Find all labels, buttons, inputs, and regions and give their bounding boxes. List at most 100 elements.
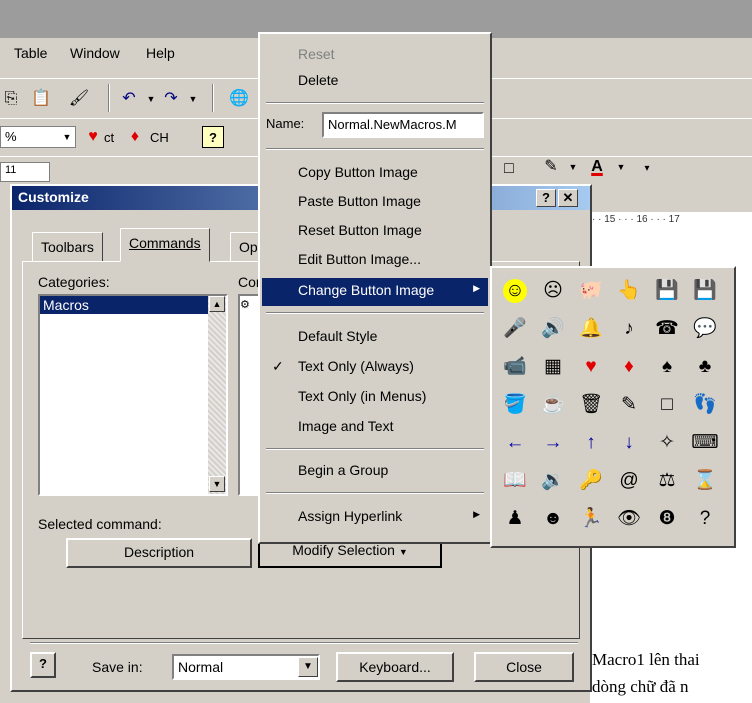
book-icon[interactable]: 📖 (500, 466, 530, 496)
help-balloon-icon[interactable]: ? (202, 126, 224, 148)
undo-dropdown-icon[interactable]: ▼ (140, 88, 162, 110)
hourglass-icon[interactable]: ⌛ (690, 466, 720, 496)
tab-commands[interactable]: Commands (120, 228, 210, 262)
heart-icon[interactable]: ♥ (82, 126, 104, 148)
help-icon[interactable]: ? (30, 652, 56, 678)
spade-icon[interactable]: ♠ (652, 352, 682, 382)
scales-icon[interactable]: ⚖ (652, 466, 682, 496)
save-in-select[interactable]: Normal ▼ (172, 654, 320, 680)
toolbar-separator (108, 84, 110, 112)
bell-icon[interactable]: 🔔 (576, 314, 606, 344)
categories-scrollbar[interactable]: ▲ ▼ (208, 296, 226, 494)
format-painter-icon[interactable]: 🖌 (68, 88, 90, 110)
help-title-button[interactable]: ? (536, 189, 556, 207)
zoom-dropdown-icon[interactable]: ▼ (56, 126, 78, 148)
heart-icon[interactable]: ♥ (576, 352, 606, 382)
floppy-disk-icon[interactable]: 💾 (652, 276, 682, 306)
fingerprint-icon[interactable]: @ (614, 466, 644, 496)
menu-item-reset-button-image[interactable]: Reset Button Image (262, 218, 488, 246)
sad-face-icon[interactable]: ☹ (538, 276, 568, 306)
keyboard-button[interactable]: Keyboard... (336, 652, 454, 682)
trash-can-icon[interactable]: 🗑 (576, 390, 606, 420)
blank-square-icon[interactable]: □ (652, 390, 682, 420)
video-camera-icon[interactable]: 📹 (500, 352, 530, 382)
close-button[interactable]: Close (474, 652, 574, 682)
list-item-macros[interactable]: Macros (40, 296, 208, 314)
floppy-disk-alt-icon[interactable]: 💾 (690, 276, 720, 306)
menu-item-change-button-image[interactable]: Change Button Image ▶ (262, 278, 488, 306)
paint-bucket-icon[interactable]: 🪣 (500, 390, 530, 420)
scroll-down-icon[interactable]: ▼ (209, 476, 225, 492)
style-ct-label[interactable]: ct (104, 130, 114, 145)
eye-icon[interactable]: 👁 (614, 504, 644, 534)
menu-item-default-style[interactable]: Default Style (262, 324, 488, 352)
footprints-icon[interactable]: 👣 (690, 390, 720, 420)
menu-item-edit-button-image[interactable]: Edit Button Image... (262, 247, 488, 275)
style-ch-label[interactable]: CH (150, 130, 169, 145)
head-profile-icon[interactable]: ☻ (538, 504, 568, 534)
menu-item-delete[interactable]: Delete (262, 68, 488, 96)
toolbar-options-icon[interactable]: ▾ (636, 158, 658, 180)
telephone-icon[interactable]: ☎ (652, 314, 682, 344)
menu-item-text-only-menus[interactable]: Text Only (in Menus) (262, 384, 488, 412)
menu-item-paste-button-image[interactable]: Paste Button Image (262, 189, 488, 217)
arrow-right-icon[interactable]: → (538, 428, 568, 458)
pencil-icon[interactable]: ✎ (614, 390, 644, 420)
menu-item-begin-group[interactable]: Begin a Group (262, 458, 488, 486)
description-button[interactable]: Description (66, 538, 252, 568)
copy-icon[interactable]: ⎘ (0, 88, 22, 110)
menu-table[interactable]: Table (14, 45, 47, 61)
speaker-icon[interactable]: 🔊 (538, 314, 568, 344)
menu-help[interactable]: Help (146, 45, 175, 61)
club-icon[interactable]: ♣ (690, 352, 720, 382)
calculator-icon[interactable]: ▦ (538, 352, 568, 382)
paste-icon[interactable]: 📋 (30, 88, 52, 110)
scroll-up-icon[interactable]: ▲ (209, 296, 225, 312)
menu-separator (266, 312, 484, 314)
key-icon[interactable]: 🔑 (576, 466, 606, 496)
arrow-left-icon[interactable]: ← (500, 428, 530, 458)
microphone-icon[interactable]: 🎤 (500, 314, 530, 344)
music-note-icon[interactable]: ♪ (614, 314, 644, 344)
diamond-icon[interactable]: ♦ (124, 126, 146, 148)
tab-toolbars[interactable]: Toolbars (32, 232, 103, 262)
name-input[interactable]: Normal.NewMacros.M (322, 112, 484, 138)
menu-item-reset[interactable]: Reset (262, 42, 488, 70)
menu-window[interactable]: Window (70, 45, 120, 61)
web-globe-icon[interactable]: 🌐 (228, 88, 250, 110)
arrow-up-icon[interactable]: ↑ (576, 428, 606, 458)
redo-icon[interactable]: ↷ (160, 88, 182, 110)
menu-item-assign-hyperlink[interactable]: Assign Hyperlink ▶ (262, 504, 488, 532)
highlight-dropdown-icon[interactable]: ▼ (562, 156, 584, 178)
runner-icon[interactable]: 🏃 (576, 504, 606, 534)
arrow-down-icon[interactable]: ↓ (614, 428, 644, 458)
undo-icon[interactable]: ↶ (118, 88, 140, 110)
person-icon[interactable]: ♟ (500, 504, 530, 534)
menu-item-image-and-text[interactable]: Image and Text (262, 414, 488, 442)
sound-waves-icon[interactable]: 🔉 (538, 466, 568, 496)
chevron-down-icon[interactable]: ▼ (298, 657, 318, 677)
font-size-combo[interactable]: 11 (0, 162, 50, 182)
hand-pointer-icon[interactable]: 👆 (614, 276, 644, 306)
eight-ball-icon[interactable]: ❽ (652, 504, 682, 534)
font-color-dropdown-icon[interactable]: ▼ (610, 156, 632, 178)
menu-separator (266, 492, 484, 494)
menu-item-copy-button-image[interactable]: Copy Button Image (262, 160, 488, 188)
ruler: · · 15 · · · 16 · · · 17 (590, 212, 752, 228)
menu-item-text-only-always[interactable]: ✓ Text Only (Always) (262, 354, 488, 382)
diamond-icon[interactable]: ♦ (614, 352, 644, 382)
smiley-icon[interactable]: ☺ (503, 279, 527, 303)
keyboard-icon[interactable]: ⌨ (690, 428, 720, 458)
coffee-mug-icon[interactable]: ☕ (538, 390, 568, 420)
redo-dropdown-icon[interactable]: ▼ (182, 88, 204, 110)
speech-bubble-icon[interactable]: 💬 (690, 314, 720, 344)
close-title-button[interactable]: ✕ (558, 189, 578, 207)
categories-list[interactable]: Macros ▲ ▼ (38, 294, 228, 496)
question-mark-icon[interactable]: ? (690, 504, 720, 534)
font-color-icon[interactable]: A (586, 156, 608, 178)
magic-wand-icon[interactable]: ✧ (652, 428, 682, 458)
highlight-pen-icon[interactable]: ✎ (540, 156, 562, 178)
macro-command-icon[interactable]: ⚙ (240, 299, 250, 311)
piggy-bank-icon[interactable]: 🐖 (576, 276, 606, 306)
border-icon[interactable]: □ (498, 158, 520, 180)
